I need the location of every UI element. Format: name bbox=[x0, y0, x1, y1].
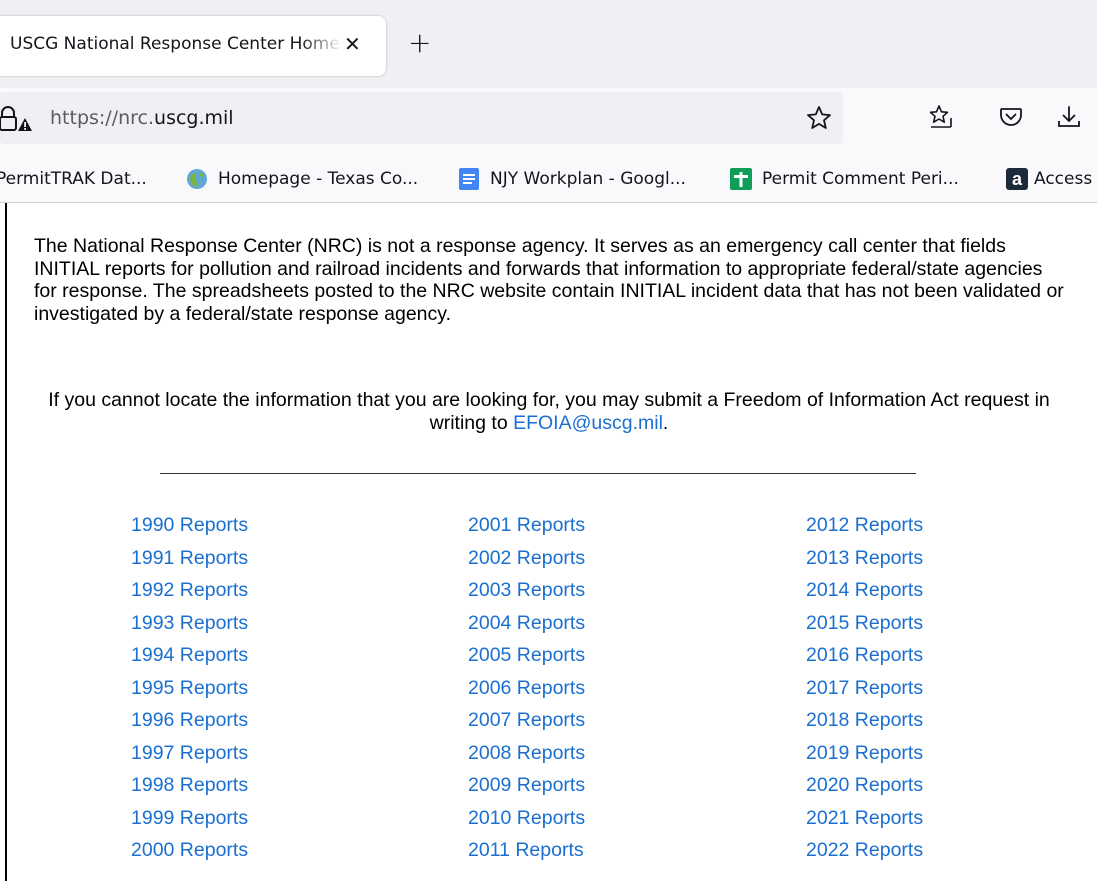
report-link-2006[interactable]: 2006 Reports bbox=[468, 676, 585, 709]
bookmarks-toolbar: PermitTRAK Dat... Homepage - Texas Co...… bbox=[0, 154, 1097, 203]
bookmark-label: Homepage - Texas Co... bbox=[218, 169, 419, 189]
active-tab[interactable]: USCG National Response Center Home ✕ bbox=[0, 16, 386, 76]
url-bar[interactable]: https://nrc.uscg.mil bbox=[0, 92, 843, 144]
globe-icon bbox=[187, 169, 207, 189]
report-link-2012[interactable]: 2012 Reports bbox=[806, 513, 923, 546]
page-content: The National Response Center (NRC) is no… bbox=[0, 203, 1097, 881]
url-text[interactable]: https://nrc.uscg.mil bbox=[50, 107, 234, 129]
foia-period: . bbox=[662, 411, 669, 434]
report-link-2005[interactable]: 2005 Reports bbox=[468, 643, 585, 676]
bookmark-label: Access bbox=[1034, 169, 1093, 189]
report-link-2009[interactable]: 2009 Reports bbox=[468, 773, 585, 806]
report-link-2020[interactable]: 2020 Reports bbox=[806, 773, 923, 806]
bookmark-star-icon[interactable] bbox=[806, 105, 832, 131]
bookmark-label: PermitTRAK Dat... bbox=[0, 169, 147, 189]
report-link-2007[interactable]: 2007 Reports bbox=[468, 708, 585, 741]
tab-title-fade bbox=[300, 26, 342, 66]
bookmark-permit-comment[interactable]: Permit Comment Peri... bbox=[730, 166, 959, 192]
report-link-1996[interactable]: 1996 Reports bbox=[131, 708, 248, 741]
report-link-2008[interactable]: 2008 Reports bbox=[468, 741, 585, 774]
bookmark-njy-workplan[interactable]: NJY Workplan - Googl... bbox=[458, 166, 686, 192]
report-link-2002[interactable]: 2002 Reports bbox=[468, 546, 585, 579]
report-link-1991[interactable]: 1991 Reports bbox=[131, 546, 248, 579]
bookmark-permittrak[interactable]: PermitTRAK Dat... bbox=[0, 166, 147, 192]
reports-column-2000s: 2001 Reports 2002 Reports 2003 Reports 2… bbox=[468, 513, 585, 871]
pocket-icon[interactable] bbox=[998, 104, 1024, 130]
bookmark-access[interactable]: a Access bbox=[1006, 166, 1092, 192]
downloads-icon[interactable] bbox=[1056, 104, 1082, 130]
report-link-2011[interactable]: 2011 Reports bbox=[468, 838, 585, 871]
report-link-1992[interactable]: 1992 Reports bbox=[131, 578, 248, 611]
google-docs-icon bbox=[459, 168, 479, 190]
bookmark-label: NJY Workplan - Googl... bbox=[490, 169, 686, 189]
divider bbox=[160, 473, 916, 474]
report-link-1999[interactable]: 1999 Reports bbox=[131, 806, 248, 839]
reports-column-1990s: 1990 Reports 1991 Reports 1992 Reports 1… bbox=[131, 513, 248, 871]
report-link-2021[interactable]: 2021 Reports bbox=[806, 806, 923, 839]
tab-title: USCG National Response Center Home bbox=[10, 34, 340, 54]
report-link-2018[interactable]: 2018 Reports bbox=[806, 708, 923, 741]
page-left-border bbox=[5, 203, 7, 881]
report-link-2003[interactable]: 2003 Reports bbox=[468, 578, 585, 611]
google-sheets-icon bbox=[730, 168, 752, 190]
access-icon: a bbox=[1006, 168, 1028, 190]
bookmark-texas-homepage[interactable]: Homepage - Texas Co... bbox=[186, 166, 418, 192]
report-link-1994[interactable]: 1994 Reports bbox=[131, 643, 248, 676]
svg-text:a: a bbox=[1012, 169, 1023, 189]
new-tab-button[interactable]: + bbox=[408, 28, 431, 58]
report-link-2010[interactable]: 2010 Reports bbox=[468, 806, 585, 839]
report-link-1997[interactable]: 1997 Reports bbox=[131, 741, 248, 774]
url-prefix: https://nrc. bbox=[50, 107, 155, 129]
bookmarks-menu-icon[interactable] bbox=[928, 104, 954, 130]
report-link-2004[interactable]: 2004 Reports bbox=[468, 611, 585, 644]
report-link-2015[interactable]: 2015 Reports bbox=[806, 611, 923, 644]
nav-bar: https://nrc.uscg.mil bbox=[0, 88, 1097, 154]
foia-email-link[interactable]: EFOIA@uscg.mil bbox=[513, 412, 663, 434]
report-link-1990[interactable]: 1990 Reports bbox=[131, 513, 248, 546]
report-link-1995[interactable]: 1995 Reports bbox=[131, 676, 248, 709]
report-link-2022[interactable]: 2022 Reports bbox=[806, 838, 923, 871]
nrc-disclaimer: The National Response Center (NRC) is no… bbox=[34, 235, 1064, 325]
report-link-2016[interactable]: 2016 Reports bbox=[806, 643, 923, 676]
report-link-2017[interactable]: 2017 Reports bbox=[806, 676, 923, 709]
foia-notice: If you cannot locate the information tha… bbox=[34, 389, 1064, 434]
report-link-2013[interactable]: 2013 Reports bbox=[806, 546, 923, 579]
report-link-1993[interactable]: 1993 Reports bbox=[131, 611, 248, 644]
bookmark-label: Permit Comment Peri... bbox=[762, 169, 959, 189]
tab-strip: USCG National Response Center Home ✕ + bbox=[0, 0, 1097, 88]
report-link-2001[interactable]: 2001 Reports bbox=[468, 513, 585, 546]
report-link-2000[interactable]: 2000 Reports bbox=[131, 838, 248, 871]
close-tab-icon[interactable]: ✕ bbox=[344, 32, 361, 56]
url-domain: uscg.mil bbox=[154, 107, 234, 129]
browser-chrome: USCG National Response Center Home ✕ + h… bbox=[0, 0, 1097, 203]
report-link-1998[interactable]: 1998 Reports bbox=[131, 773, 248, 806]
report-link-2019[interactable]: 2019 Reports bbox=[806, 741, 923, 774]
report-link-2014[interactable]: 2014 Reports bbox=[806, 578, 923, 611]
insecure-lock-icon[interactable] bbox=[0, 106, 34, 132]
reports-column-2010s: 2012 Reports 2013 Reports 2014 Reports 2… bbox=[806, 513, 923, 871]
